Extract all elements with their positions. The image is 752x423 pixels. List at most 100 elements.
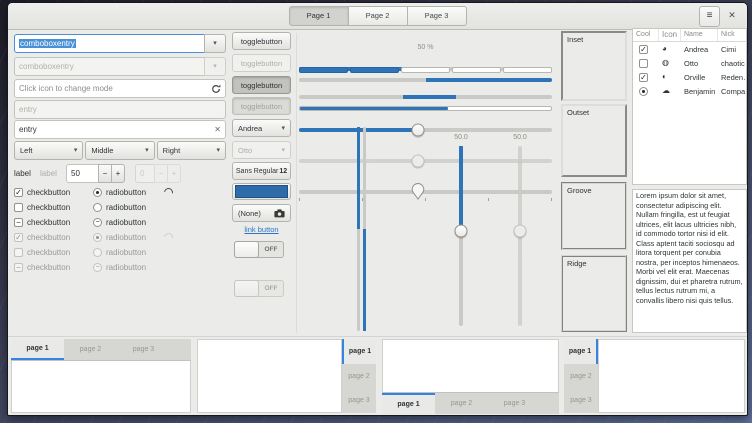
notebook-tab-page3[interactable]: page 3 — [488, 393, 541, 414]
column-header-icon[interactable]: Icon — [659, 29, 681, 41]
notebook-tab-page2[interactable]: page 2 — [435, 393, 488, 414]
vscale[interactable] — [449, 146, 473, 326]
progressbar-pulse-block — [403, 95, 456, 99]
file-chooser-value: (None) — [238, 209, 261, 218]
notebook-tabs-right: page 1 page 2 page 3 — [197, 339, 376, 413]
togglebutton-label: togglebutton — [241, 37, 282, 46]
switch-off[interactable]: OFF — [234, 241, 284, 258]
table-row[interactable]: ✓ ◐ Orville Reden… — [633, 70, 746, 84]
close-button[interactable]: ✕ — [724, 7, 740, 23]
column-header-cool[interactable]: Cool — [633, 29, 659, 41]
chevron-down-icon: ▾ — [145, 147, 149, 154]
notebook-tab-page3[interactable]: page 3 — [564, 388, 598, 413]
spin-plus-button[interactable]: + — [111, 164, 125, 183]
clear-icon[interactable]: ✕ — [214, 125, 221, 134]
radio-indeterminate[interactable]: − — [93, 218, 102, 227]
clearable-entry[interactable]: entry ✕ — [14, 120, 226, 139]
levelbar-segment — [503, 67, 552, 73]
checkbox-checked-disabled: ✓ — [14, 233, 23, 242]
name-combobox-disabled: Otto ▾ — [232, 141, 291, 159]
notebook-tab-page2[interactable]: page 2 — [564, 364, 598, 389]
file-chooser-button[interactable]: (None) — [232, 204, 291, 222]
levelbar-segment — [299, 67, 348, 73]
notebook-content — [598, 339, 745, 413]
menu-button[interactable]: ≡ — [699, 6, 720, 27]
combo-right[interactable]: Right ▾ — [157, 141, 226, 160]
column-header-nick[interactable]: Nick — [718, 29, 746, 41]
hscale-knob[interactable] — [411, 124, 424, 137]
comboboxentry-input[interactable]: comboboxentry — [14, 34, 205, 53]
row-checkbox-checked[interactable]: ✓ — [639, 45, 648, 54]
radio-unselected-disabled — [93, 248, 102, 257]
chevron-down-icon: ▾ — [74, 147, 78, 154]
combo-middle[interactable]: Middle ▾ — [85, 141, 154, 160]
combo-left[interactable]: Left ▾ — [14, 141, 83, 160]
color-button[interactable] — [232, 183, 291, 200]
switch-handle[interactable] — [234, 241, 259, 258]
alignment-combo-row: Left ▾ Middle ▾ Right ▾ — [14, 141, 226, 160]
levelbar-segment — [350, 67, 399, 73]
row-checkbox-checked[interactable]: ✓ — [639, 73, 648, 82]
notebook-tab-page1[interactable]: page 1 — [564, 339, 598, 364]
tab-page-2[interactable]: Page 2 — [349, 6, 408, 26]
notebook-tab-page2[interactable]: page 2 — [64, 339, 117, 360]
spin-minus-button[interactable]: − — [98, 164, 112, 183]
notebook-tab-page2[interactable]: page 2 — [342, 364, 376, 389]
mode-entry[interactable]: Click icon to change mode — [14, 79, 226, 98]
notebook-tab-page3[interactable]: page 3 — [117, 339, 170, 360]
treeview[interactable]: Cool Icon Name Nick ✓ ◕ Andrea Cimi ◍ Ot… — [632, 28, 747, 185]
comboboxentry-value: comboboxentry — [19, 39, 76, 48]
notebook-tab-page1[interactable]: page 1 — [382, 393, 435, 414]
notebook-tabs-top: page 1 page 2 page 3 — [11, 339, 191, 413]
font-button[interactable]: Sans Regular 12 — [232, 162, 291, 180]
column-header-name[interactable]: Name — [681, 29, 718, 41]
name-combobox[interactable]: Andrea ▾ — [232, 119, 291, 137]
radio-unselected[interactable] — [93, 203, 102, 212]
checkbox-indeterminate[interactable]: − — [14, 218, 23, 227]
notebook-tab-page3[interactable]: page 3 — [342, 388, 376, 413]
vprogressbar — [357, 127, 360, 331]
togglebutton-label: togglebutton — [241, 59, 282, 68]
clearable-entry-value: entry — [19, 125, 214, 134]
notebook-tab-page1[interactable]: page 1 — [342, 339, 376, 364]
textview[interactable]: Lorem ipsum dolor sit amet, consectetur … — [632, 189, 747, 333]
spinbutton-disabled: 0 − + — [135, 164, 181, 183]
plus-icon: + — [172, 169, 177, 178]
frame-groove: Groove — [561, 182, 627, 250]
table-row[interactable]: ✓ ◕ Andrea Cimi — [633, 42, 746, 56]
checkbox-unchecked[interactable] — [14, 203, 23, 212]
radio-indeterminate-disabled: − — [93, 263, 102, 272]
vprogressbar-inverted — [363, 127, 366, 331]
radiobutton-label: radiobutton — [106, 218, 146, 227]
combo-left-value: Left — [20, 146, 33, 155]
combobox-entry-row-disabled: comboboxentry ▾ — [14, 57, 226, 76]
comboboxentry-dropdown-button[interactable]: ▾ — [204, 34, 226, 53]
refresh-icon[interactable] — [211, 84, 221, 94]
tab-page-3[interactable]: Page 3 — [408, 6, 467, 26]
link-button[interactable]: link button — [232, 225, 291, 234]
togglebutton-disabled: togglebutton — [232, 54, 291, 72]
vscale-knob[interactable] — [455, 224, 468, 237]
entry-disabled-value: entry — [19, 105, 37, 114]
checkbutton-label: checkbutton — [27, 203, 93, 212]
label-normal: label — [14, 169, 40, 178]
togglebutton-active-disabled: togglebutton — [232, 97, 291, 115]
radiobutton-label: radiobutton — [106, 203, 146, 212]
notebook-tab-page1[interactable]: page 1 — [11, 339, 64, 360]
checkbox-checked[interactable]: ✓ — [14, 188, 23, 197]
row-radio-selected[interactable] — [639, 87, 648, 96]
radio-selected[interactable] — [93, 188, 102, 197]
radio-dot — [96, 236, 99, 239]
spinbutton-value[interactable]: 50 — [66, 164, 99, 183]
mode-entry-placeholder: Click icon to change mode — [19, 84, 211, 93]
table-row[interactable]: ☁ Benjamin Compa… — [633, 84, 746, 98]
tab-page-1[interactable]: Page 1 — [289, 6, 349, 26]
togglebutton-normal[interactable]: togglebutton — [232, 32, 291, 50]
levelbar-continuous — [299, 106, 552, 111]
vprogressbar-fill — [363, 229, 366, 331]
cell-name: Andrea — [681, 45, 718, 54]
row-checkbox-unchecked[interactable] — [639, 59, 648, 68]
chevron-down-icon: ▾ — [216, 147, 220, 154]
togglebutton-active[interactable]: togglebutton — [232, 76, 291, 94]
table-row[interactable]: ◍ Otto chaotic — [633, 56, 746, 70]
